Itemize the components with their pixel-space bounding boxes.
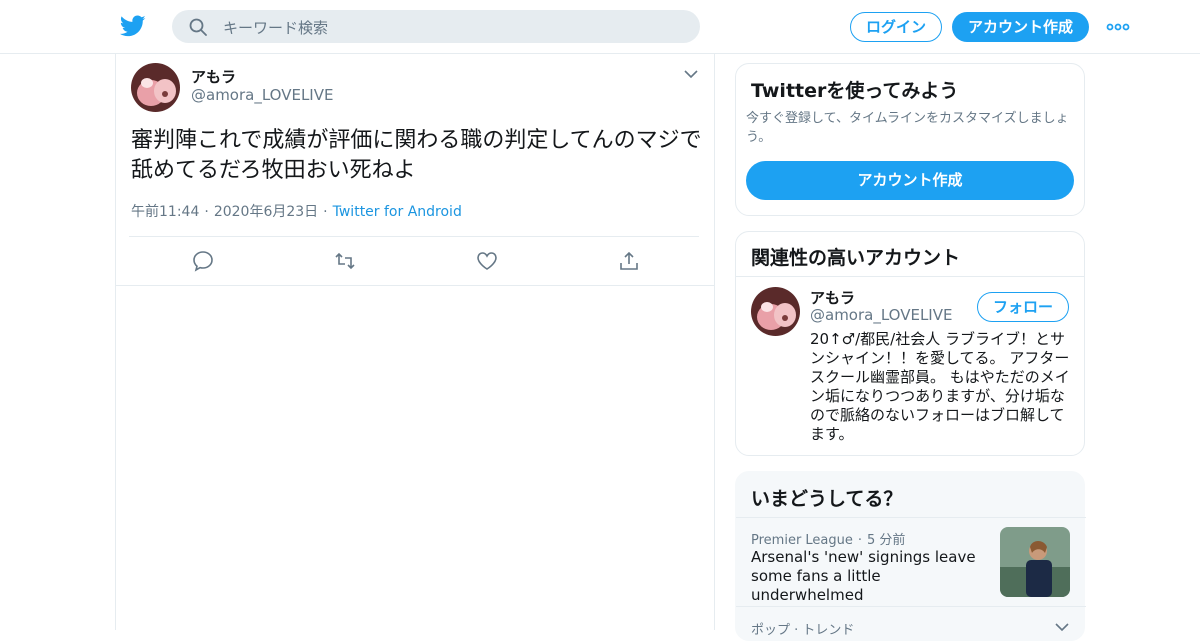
signup-card: Twitterを使ってみよう 今すぐ登録して、タイムラインをカスタマイズしましょ…: [735, 63, 1085, 216]
reply-icon[interactable]: [192, 250, 214, 272]
signup-card-button[interactable]: アカウント作成: [746, 161, 1074, 200]
divider: [736, 276, 1084, 277]
signup-button[interactable]: アカウント作成: [952, 12, 1089, 42]
search-input[interactable]: キーワード検索: [223, 17, 328, 38]
trend-time: 5 分前: [867, 533, 906, 548]
trend-thumbnail[interactable]: [1000, 527, 1070, 597]
signup-card-description: 今すぐ登録して、タイムラインをカスタマイズしましょう。: [746, 111, 1069, 145]
tweet-source-link[interactable]: Twitter for Android: [333, 204, 462, 220]
tweet-time[interactable]: 午前11:44: [131, 204, 199, 220]
like-icon[interactable]: [476, 250, 498, 272]
display-name[interactable]: アもラ: [191, 66, 236, 87]
login-button[interactable]: ログイン: [850, 12, 942, 42]
related-card-title: 関連性の高いアカウント: [751, 247, 961, 269]
tweet: アもラ @amora_LOVELIVE 審判陣これで成績が評価に関わる職の判定し…: [116, 54, 714, 286]
more-dots-icon[interactable]: [1106, 18, 1130, 36]
trend-category: ポップ · トレンド: [751, 623, 855, 638]
twitter-bird-icon[interactable]: [120, 13, 146, 39]
trend-meta: Premier League · 5 分前: [751, 533, 906, 548]
chevron-down-icon[interactable]: [1054, 621, 1070, 633]
tweet-text: 審判陣これで成績が評価に関わる職の判定してんのマジで舐めてるだろ牧田おい死ねよ: [131, 128, 702, 183]
retweet-icon[interactable]: [334, 250, 356, 272]
divider: [736, 517, 1086, 518]
trend-category: Premier League: [751, 533, 853, 548]
divider: [129, 236, 699, 237]
trend-headline[interactable]: Arsenal's 'new' signings leave some fans…: [751, 548, 991, 605]
chevron-down-icon[interactable]: [683, 68, 699, 80]
related-accounts-card: 関連性の高いアカウント アもラ @amora_LOVELIVE フォロー 20↑…: [735, 231, 1085, 456]
user-handle[interactable]: @amora_LOVELIVE: [191, 86, 333, 104]
divider: [736, 606, 1086, 607]
top-bar: キーワード検索 ログイン アカウント作成: [0, 0, 1200, 54]
trends-card: いまどうしてる？ Premier League · 5 分前 Arsenal's '…: [735, 471, 1086, 641]
trends-card-title: いまどうしてる？: [751, 488, 903, 510]
related-user-handle[interactable]: @amora_LOVELIVE: [810, 306, 952, 324]
avatar[interactable]: [131, 63, 180, 112]
avatar[interactable]: [751, 287, 800, 336]
tweet-date[interactable]: 2020年6月23日: [214, 204, 318, 220]
related-bio: 20↑♂/都民/社会人 ラブライブ！とサンシャイン！！を愛してる。 アフタースク…: [810, 330, 1070, 443]
tweet-column: アもラ @amora_LOVELIVE 審判陣これで成績が評価に関わる職の判定し…: [115, 54, 715, 630]
follow-button[interactable]: フォロー: [977, 292, 1069, 322]
tweet-metadata: 午前11:44 · 2020年6月23日 · Twitter for Android: [131, 204, 462, 220]
search-box[interactable]: キーワード検索: [172, 10, 700, 43]
related-display-name[interactable]: アもラ: [810, 287, 855, 308]
share-icon[interactable]: [618, 250, 640, 272]
signup-card-title: Twitterを使ってみよう: [751, 80, 959, 102]
search-icon: [189, 18, 207, 36]
